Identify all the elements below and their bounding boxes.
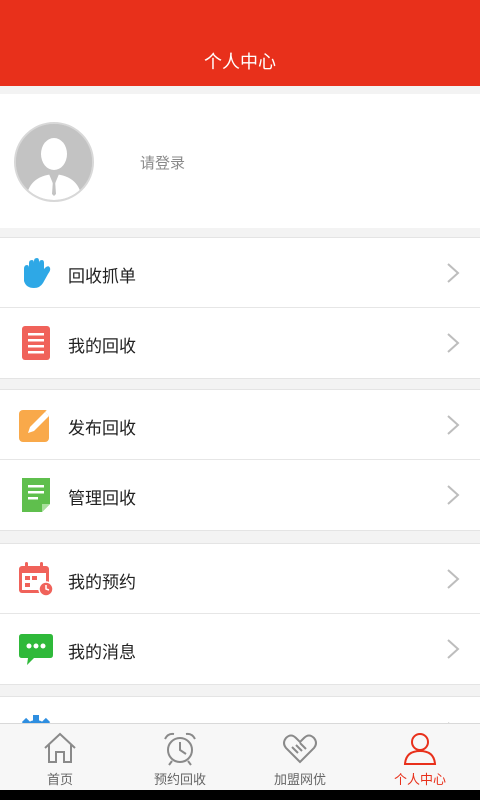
menu-item-label: 我的回收 bbox=[68, 337, 136, 357]
profile-card[interactable]: 请登录 bbox=[0, 94, 480, 228]
menu-item-publish-recycling[interactable]: 发布回收 bbox=[0, 390, 480, 460]
chevron-right-icon bbox=[447, 485, 460, 505]
alarm-clock-icon bbox=[164, 732, 196, 766]
message-icon bbox=[19, 634, 53, 665]
menu-item-my-messages[interactable]: 我的消息 bbox=[0, 614, 480, 684]
default-avatar-icon bbox=[16, 124, 92, 200]
menu-item-grab-orders[interactable]: 回收抓单 bbox=[0, 238, 480, 308]
list-icon bbox=[22, 326, 50, 360]
system-bottom-bar bbox=[0, 790, 480, 800]
menu-item-label: 我的预约 bbox=[68, 573, 136, 593]
edit-icon bbox=[19, 409, 52, 442]
menu-group-2: 发布回收 管理回收 bbox=[0, 389, 480, 531]
menu-item-label: 发布回收 bbox=[68, 419, 136, 439]
header-bar: 个人中心 bbox=[0, 0, 480, 86]
menu-item-my-recycling[interactable]: 我的回收 bbox=[0, 308, 480, 378]
chevron-right-icon bbox=[447, 263, 460, 283]
menu-item-label: 我的消息 bbox=[68, 643, 136, 663]
avatar[interactable] bbox=[14, 122, 94, 202]
tab-home[interactable]: 首页 bbox=[0, 724, 120, 791]
bottom-tab-bar: 首页 预约回收 加盟网优 个人中心 bbox=[0, 723, 480, 790]
hand-icon bbox=[24, 258, 51, 288]
menu-item-label: 管理回收 bbox=[68, 489, 136, 509]
tab-personal-center[interactable]: 个人中心 bbox=[360, 724, 480, 791]
menu-item-manage-recycling[interactable]: 管理回收 bbox=[0, 460, 480, 530]
menu-group-3: 我的预约 我的消息 bbox=[0, 543, 480, 685]
calendar-icon bbox=[19, 562, 54, 597]
menu-item-label: 回收抓单 bbox=[68, 267, 136, 287]
tab-appointment-recycling[interactable]: 预约回收 bbox=[120, 724, 240, 791]
page-title: 个人中心 bbox=[204, 52, 276, 73]
chevron-right-icon bbox=[447, 569, 460, 589]
menu-group-1: 回收抓单 我的回收 bbox=[0, 237, 480, 379]
chevron-right-icon bbox=[447, 639, 460, 659]
user-icon bbox=[403, 733, 437, 765]
chevron-right-icon bbox=[447, 415, 460, 435]
tab-franchise[interactable]: 加盟网优 bbox=[240, 724, 360, 791]
tab-label: 首页 bbox=[46, 773, 73, 788]
tab-label: 个人中心 bbox=[393, 773, 446, 788]
login-link[interactable]: 请登录 bbox=[140, 152, 185, 173]
tab-label: 预约回收 bbox=[153, 773, 206, 788]
chevron-right-icon bbox=[447, 333, 460, 353]
tab-label: 加盟网优 bbox=[273, 773, 326, 788]
handshake-icon bbox=[283, 734, 317, 764]
menu-item-my-appointments[interactable]: 我的预约 bbox=[0, 544, 480, 614]
document-icon bbox=[22, 478, 50, 512]
home-icon bbox=[44, 732, 76, 763]
